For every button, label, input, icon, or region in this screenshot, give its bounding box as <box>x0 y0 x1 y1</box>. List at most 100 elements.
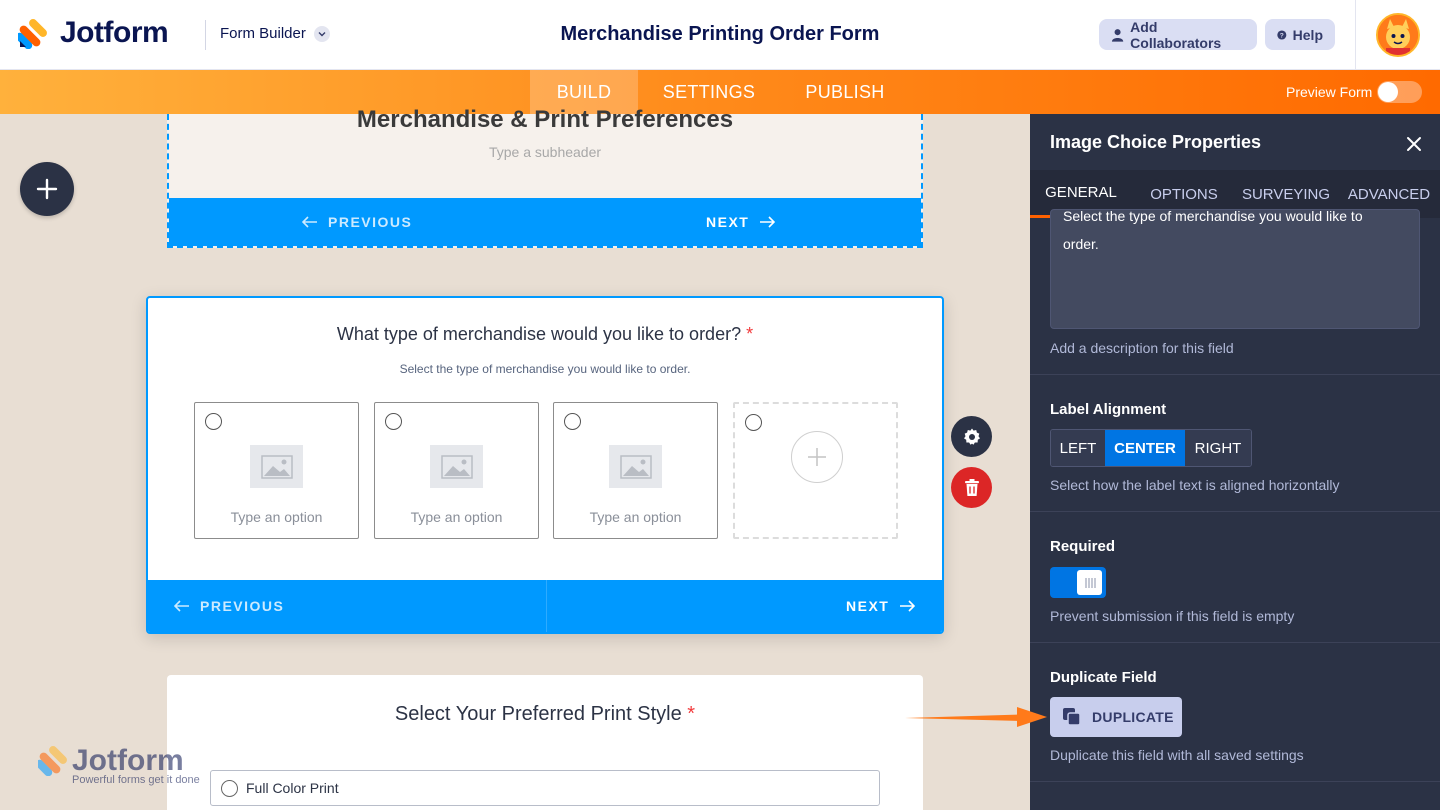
option-placeholder[interactable]: Type an option <box>554 509 717 525</box>
arrow-left-icon <box>174 600 189 612</box>
add-collaborators-button[interactable]: Add Collaborators <box>1099 19 1257 51</box>
header-divider <box>205 20 206 50</box>
delete-field-button[interactable] <box>951 467 992 508</box>
plus-icon <box>36 178 58 200</box>
page-break-header-card[interactable]: Merchandise & Print Preferences Type a s… <box>167 106 923 248</box>
builder-mode-dropdown[interactable]: Form Builder <box>220 25 330 42</box>
previous-label: PREVIOUS <box>200 598 285 614</box>
next-button[interactable]: NEXT <box>846 580 916 632</box>
watermark-brand: Jotform <box>72 744 184 777</box>
preview-form-toggle[interactable] <box>1377 81 1422 103</box>
add-image-option[interactable] <box>733 402 898 539</box>
required-toggle[interactable] <box>1050 567 1106 598</box>
next-label: NEXT <box>846 598 890 614</box>
user-icon <box>1111 28 1124 42</box>
duplicate-field-title: Duplicate Field <box>1050 669 1157 686</box>
duplicate-icon <box>1063 708 1081 726</box>
svg-text:?: ? <box>1280 32 1284 39</box>
duplicate-label: DUPLICATE <box>1092 709 1174 725</box>
option-label: Full Color Print <box>246 780 339 796</box>
label-alignment-selector: LEFT CENTER RIGHT <box>1050 429 1252 467</box>
jotform-watermark: Jotform Powerful forms get it done <box>35 744 200 786</box>
option-radio[interactable] <box>745 414 762 431</box>
image-option[interactable]: Type an option <box>374 402 539 539</box>
subheader-placeholder[interactable]: Type a subheader <box>169 144 921 160</box>
toggle-grip-icon <box>1077 570 1102 595</box>
arrow-left-icon <box>302 216 317 228</box>
arrow-right-icon <box>760 216 776 228</box>
option-placeholder[interactable]: Type an option <box>375 509 538 525</box>
question-description[interactable]: Select the type of merchandise you would… <box>148 362 942 376</box>
close-icon <box>1407 137 1421 151</box>
required-asterisk: * <box>746 324 754 344</box>
page-navigation: PREVIOUS NEXT <box>169 198 921 246</box>
description-text-clipped: Select the type of merchandise you would… <box>1063 209 1363 224</box>
option-radio[interactable] <box>385 413 402 430</box>
image-placeholder-icon[interactable] <box>430 445 483 488</box>
section-divider <box>1030 781 1440 782</box>
add-option-plus-icon[interactable] <box>791 431 843 483</box>
page-navigation: PREVIOUS NEXT <box>148 580 942 632</box>
next-button[interactable]: NEXT <box>706 198 776 246</box>
question-label-text: What type of merchandise would you like … <box>336 324 742 344</box>
image-choice-question-card[interactable]: What type of merchandise would you like … <box>146 296 944 634</box>
description-textarea[interactable]: Select the type of merchandise you would… <box>1050 209 1420 329</box>
option-radio[interactable] <box>221 779 238 797</box>
help-label: Help <box>1292 26 1323 43</box>
jotform-logo-icon <box>18 19 47 49</box>
user-avatar[interactable] <box>1376 13 1420 57</box>
help-icon: ? <box>1277 29 1287 40</box>
single-choice-question-card[interactable]: Select Your Preferred Print Style * Full… <box>167 675 923 810</box>
option-placeholder[interactable]: Type an option <box>195 509 358 525</box>
image-placeholder-icon[interactable] <box>250 445 303 488</box>
preview-form-label: Preview Form <box>1286 84 1373 100</box>
choice-option[interactable]: Full Color Print <box>210 770 880 806</box>
duplicate-button[interactable]: DUPLICATE <box>1050 697 1182 737</box>
previous-label: PREVIOUS <box>328 214 413 230</box>
header-separator <box>1355 0 1356 70</box>
required-title: Required <box>1050 538 1116 555</box>
pager-divider <box>546 580 547 632</box>
form-title[interactable]: Merchandise Printing Order Form <box>561 23 880 45</box>
top-header: Jotform Form Builder Merchandise Printin… <box>0 0 1440 70</box>
trash-icon <box>964 478 979 496</box>
label-alignment-hint: Select how the label text is aligned hor… <box>1050 477 1340 493</box>
question-label[interactable]: What type of merchandise would you like … <box>148 324 942 345</box>
jotform-logo[interactable]: Jotform <box>18 16 169 50</box>
question-label-text: Select Your Preferred Print Style <box>394 703 682 725</box>
image-placeholder-icon[interactable] <box>609 445 662 488</box>
required-asterisk: * <box>687 703 696 725</box>
question-label[interactable]: Select Your Preferred Print Style * <box>167 703 923 726</box>
align-center-option[interactable]: CENTER <box>1105 430 1185 466</box>
image-option[interactable]: Type an option <box>194 402 359 539</box>
help-button[interactable]: ? Help <box>1265 19 1335 50</box>
properties-panel: Image Choice Properties GENERAL OPTIONS … <box>1030 114 1440 810</box>
next-label: NEXT <box>706 214 750 230</box>
section-divider <box>1030 642 1440 643</box>
image-option[interactable]: Type an option <box>553 402 718 539</box>
previous-button[interactable]: PREVIOUS <box>174 580 284 632</box>
section-divider <box>1030 511 1440 512</box>
jotform-logo-icon <box>35 746 67 777</box>
option-radio[interactable] <box>205 413 222 430</box>
option-radio[interactable] <box>564 413 581 430</box>
close-panel-button[interactable] <box>1402 132 1426 156</box>
avatar-character-icon <box>1378 15 1418 55</box>
toggle-knob <box>1378 82 1398 102</box>
chevron-down-icon <box>313 25 330 42</box>
builder-mode-label: Form Builder <box>220 25 306 42</box>
description-hint: Add a description for this field <box>1050 340 1234 356</box>
section-heading[interactable]: Merchandise & Print Preferences <box>169 106 921 134</box>
align-left-option[interactable]: LEFT <box>1051 430 1105 466</box>
arrow-right-icon <box>900 600 916 612</box>
field-properties-button[interactable] <box>951 416 992 457</box>
label-alignment-title: Label Alignment <box>1050 401 1167 418</box>
align-right-option[interactable]: RIGHT <box>1185 430 1251 466</box>
description-text: order. <box>1063 236 1099 252</box>
add-element-button[interactable] <box>20 162 74 216</box>
required-hint: Prevent submission if this field is empt… <box>1050 608 1295 624</box>
previous-button[interactable]: PREVIOUS <box>302 198 412 246</box>
callout-arrow-icon <box>905 707 1047 727</box>
panel-title: Image Choice Properties <box>1050 132 1262 152</box>
watermark-tagline: Powerful forms get it done <box>72 774 200 786</box>
